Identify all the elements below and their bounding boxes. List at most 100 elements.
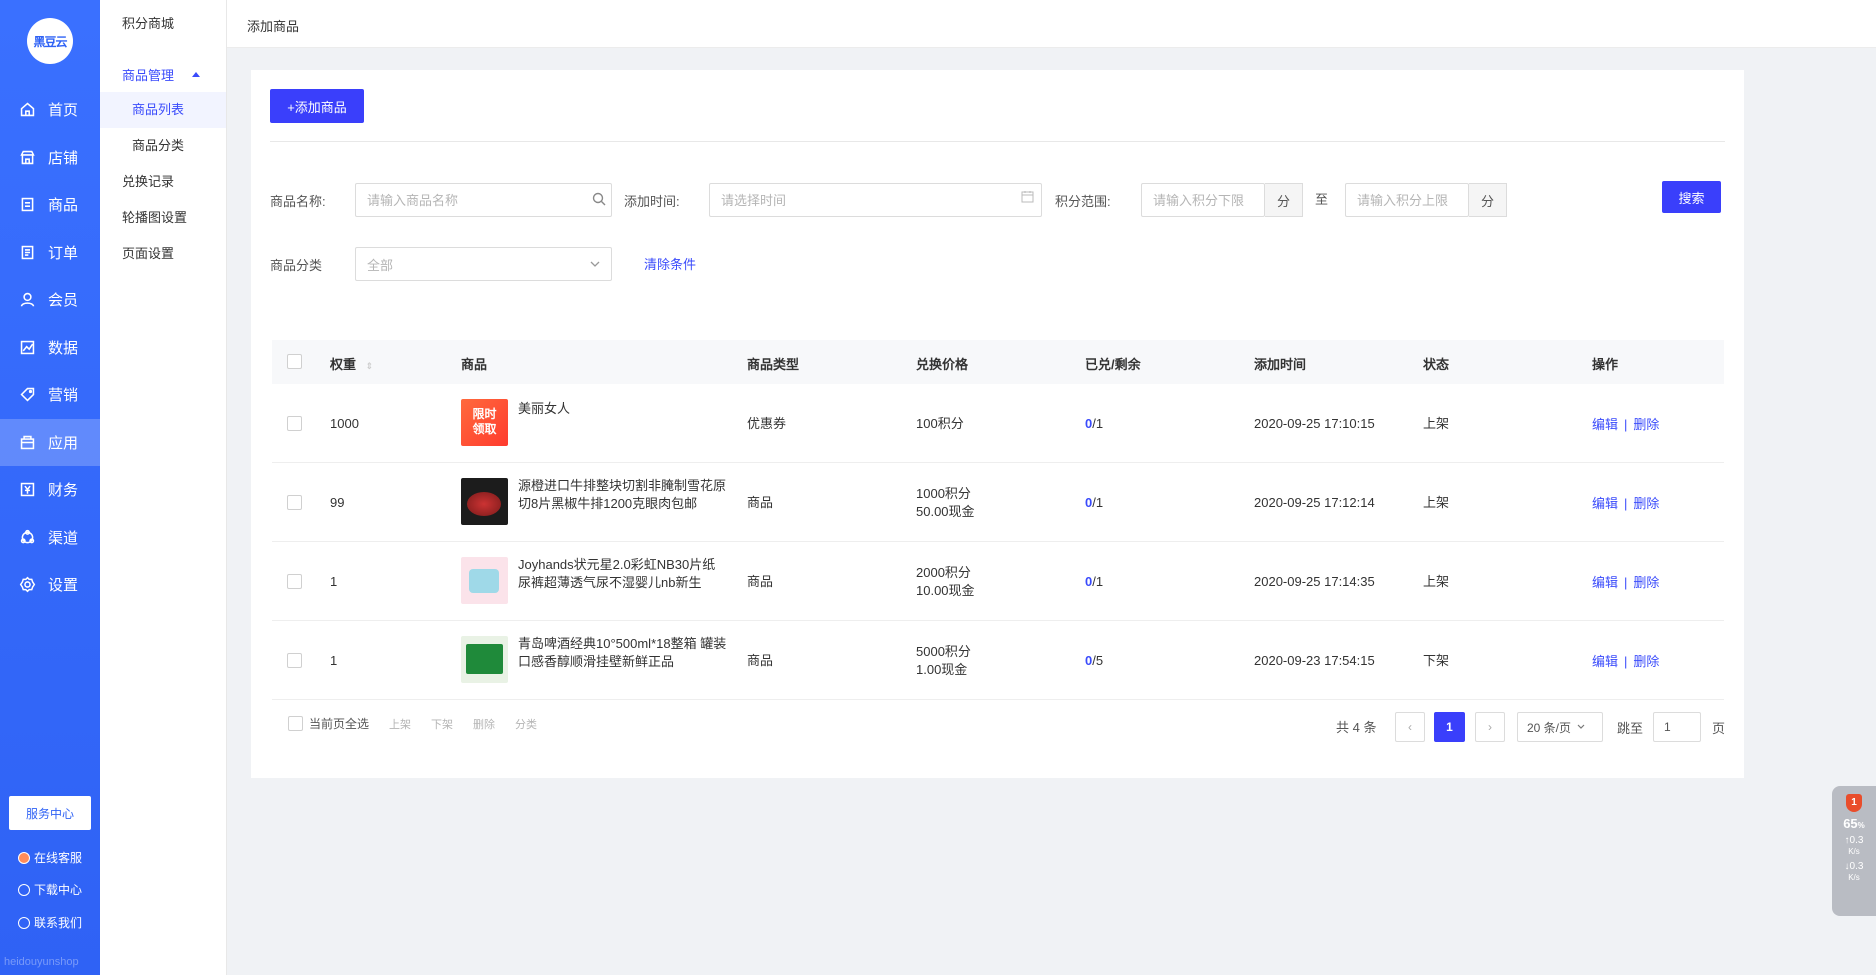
product-name[interactable]: 青岛啤酒经典10°500ml*18整箱 罐装口感香醇顺滑挂壁新鲜正品 [518,635,728,671]
subnav-group-goods[interactable]: 商品管理 [100,56,226,92]
nav-item-member[interactable]: 会员 [0,276,100,324]
select-all-checkbox[interactable] [287,354,302,369]
bulk-actions: 当前页全选 上架 下架 删除 分类 [288,715,537,732]
steak-image [467,492,501,516]
delete-link[interactable]: 删除 [1633,654,1659,669]
nav-item-home[interactable]: 首页 [0,86,100,134]
home-icon [18,101,36,119]
contact-us-label: 联系我们 [34,916,83,930]
system-monitor-widget[interactable]: 1 65% ↑0.3 K/s ↓0.3 K/s [1832,786,1876,916]
divider [270,141,1725,142]
points-max-input[interactable] [1345,183,1469,217]
search-icon[interactable] [592,192,606,206]
delete-link[interactable]: 删除 [1633,575,1659,590]
add-time-input[interactable] [709,183,1042,217]
page-size-select[interactable]: 20 条/页 [1517,712,1603,742]
nav-item-settings[interactable]: 设置 [0,561,100,609]
download-center-link[interactable]: 下载中心 [18,881,82,898]
search-button[interactable]: 搜索 [1662,181,1721,213]
row-price-points: 2000积分 [916,565,971,580]
product-name[interactable]: 美丽女人 [518,400,728,418]
product-thumbnail[interactable] [461,478,508,525]
brand-logo[interactable]: 黑豆云 [27,18,73,64]
row-redeemed: 0/1 [1085,572,1103,591]
row-redeemed: 0/5 [1085,651,1103,670]
nav-label: 设置 [48,577,79,595]
nav-item-app[interactable]: 应用 [0,418,100,466]
row-price-points: 5000积分 [916,644,971,659]
nav-item-finance[interactable]: 财务 [0,466,100,514]
subnav-item-page-settings[interactable]: 页面设置 [100,236,226,272]
page-unit-label: 页 [1712,721,1726,736]
finance-icon [18,481,36,499]
contact-us-link[interactable]: 联系我们 [18,914,82,931]
points-min-input[interactable] [1141,183,1265,217]
nav-item-channel[interactable]: 渠道 [0,514,100,562]
upload-speed: ↑0.3 K/s [1832,835,1876,857]
nav-item-goods[interactable]: 商品 [0,181,100,229]
sort-icon[interactable]: ⇕ [366,361,374,371]
subnav-item-exchange-records[interactable]: 兑换记录 [100,164,226,200]
gear-icon [18,576,36,594]
col-redeemed: 已兑/剩余 [1085,357,1141,372]
product-thumbnail[interactable] [461,557,508,604]
bulk-category-button[interactable]: 分类 [515,716,537,732]
row-price-cash: 50.00现金 [916,504,975,519]
product-thumbnail[interactable] [461,636,508,683]
add-goods-button[interactable]: +添加商品 [270,89,364,123]
prev-page-button[interactable]: ‹ [1395,712,1425,742]
online-service-link[interactable]: 在线客服 [18,849,82,866]
chevron-right-icon: › [1488,720,1492,734]
category-select[interactable]: 全部 [355,247,612,281]
product-thumbnail[interactable]: 限时领取 [461,399,508,446]
headset-icon [18,851,30,864]
bulk-list-button[interactable]: 上架 [389,716,411,732]
edit-link[interactable]: 编辑 [1592,496,1618,511]
col-type: 商品类型 [747,357,800,372]
next-page-button[interactable]: › [1475,712,1505,742]
col-weight[interactable]: 权重 ⇕ [330,354,373,373]
upload-speed-unit: K/s [1848,847,1860,856]
subnav-item-goods-list[interactable]: 商品列表 [100,92,226,128]
row-type: 优惠券 [747,416,787,431]
subnav-item-goods-category[interactable]: 商品分类 [100,128,226,164]
delete-link[interactable]: 删除 [1633,496,1659,511]
page-size-value: 20 条/页 [1527,720,1572,735]
nav-item-store[interactable]: 店铺 [0,134,100,182]
bulk-delete-button[interactable]: 删除 [473,716,495,732]
goto-label: 跳至 [1617,721,1644,736]
action-separator: | [1624,417,1628,432]
nav-item-order[interactable]: 订单 [0,229,100,277]
table-header: 权重 ⇕ 商品 商品类型 兑换价格 已兑/剩余 添加时间 状态 操作 [272,340,1724,384]
row-redeemed: 0/1 [1085,493,1103,512]
calendar-icon[interactable] [1021,190,1034,203]
row-checkbox[interactable] [287,495,302,510]
clear-filters-link[interactable]: 清除条件 [644,254,696,273]
secondary-sidebar: 积分商城 商品管理 商品列表 商品分类 兑换记录 轮播图设置 页面设置 [100,0,227,975]
breadcrumb[interactable]: 添加商品 [247,16,299,35]
nav-item-marketing[interactable]: 营销 [0,371,100,419]
col-weight-label: 权重 [330,357,357,372]
edit-link[interactable]: 编辑 [1592,417,1618,432]
nav-label: 营销 [48,387,79,405]
edit-link[interactable]: 编辑 [1592,575,1618,590]
col-goods: 商品 [461,357,488,372]
download-center-label: 下载中心 [34,883,83,897]
row-time: 2020-09-25 17:10:15 [1254,416,1375,431]
row-checkbox[interactable] [287,574,302,589]
delete-link[interactable]: 删除 [1633,417,1659,432]
row-checkbox[interactable] [287,653,302,668]
edit-link[interactable]: 编辑 [1592,654,1618,669]
goto-page-input[interactable]: 1 [1653,712,1701,742]
page-number[interactable]: 1 [1434,712,1465,742]
page-select-all-checkbox[interactable] [288,716,303,731]
goods-name-input[interactable] [355,183,612,217]
subnav-item-carousel-settings[interactable]: 轮播图设置 [100,200,226,236]
nav-item-data[interactable]: 数据 [0,324,100,372]
service-center-button[interactable]: 服务中心 [9,796,91,830]
bulk-unlist-button[interactable]: 下架 [431,716,453,732]
product-name[interactable]: 源橙进口牛排整块切割非腌制雪花原切8片黑椒牛排1200克眼肉包邮 [518,477,728,513]
product-name[interactable]: Joyhands状元星2.0彩虹NB30片纸尿裤超薄透气尿不湿婴儿nb新生 [518,556,728,592]
download-speed: ↓0.3 K/s [1832,861,1876,883]
row-checkbox[interactable] [287,416,302,431]
